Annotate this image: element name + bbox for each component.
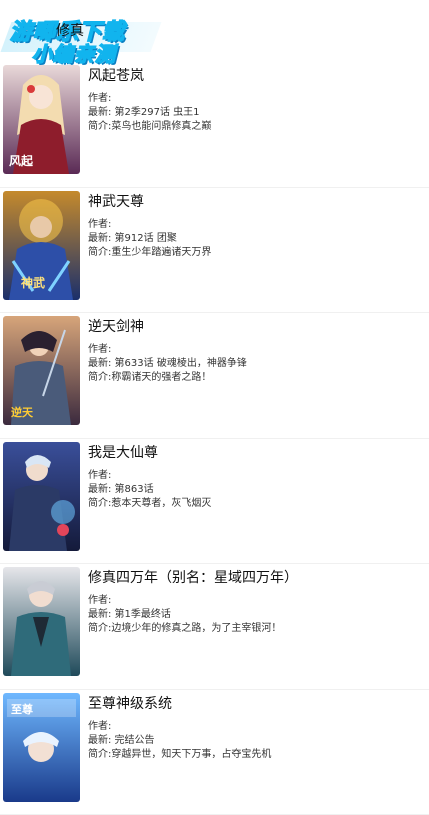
page-title: 修真 (56, 20, 84, 40)
svg-text:风起: 风起 (9, 153, 34, 168)
svg-text:神武: 神武 (21, 275, 45, 290)
comic-item[interactable]: 风起 风起苍岚 作者: 最新: 第2季297话 虫王1 简介:菜鸟也能问鼎修真之… (0, 62, 429, 188)
comic-latest-chapter: 最新: 第633话 破魂棱出，神器争锋 (88, 357, 423, 371)
comic-title[interactable]: 我是大仙尊 (88, 443, 423, 463)
comic-item[interactable]: 神武 神武天尊 作者: 最新: 第912话 团聚 简介:重生少年踏遍诸天万界 (0, 188, 429, 314)
comic-item[interactable]: 至尊 至尊神级系统 作者: 最新: 完结公告 简介:穿越异世，知天下万事，占夺宝… (0, 690, 429, 815)
comic-latest-chapter: 最新: 第2季297话 虫王1 (88, 106, 423, 120)
comic-title[interactable]: 修真四万年（别名：星域四万年） (88, 568, 423, 588)
header: 游唧乐下载 小编亲测 修真 (0, 0, 429, 62)
comic-intro: 简介:边境少年的修真之路，为了主宰银河！ (88, 622, 423, 636)
comic-author: 作者: (88, 469, 423, 483)
comic-item[interactable]: 修真四万年（别名：星域四万年） 作者: 最新: 第1季最终话 简介:边境少年的修… (0, 564, 429, 690)
comic-author: 作者: (88, 92, 423, 106)
comic-title[interactable]: 神武天尊 (88, 192, 423, 212)
svg-text:逆天: 逆天 (11, 405, 34, 419)
comic-latest-chapter: 最新: 完结公告 (88, 734, 423, 748)
comic-intro: 简介:惹本天尊者，灰飞烟灭 (88, 497, 423, 511)
comic-intro: 简介:称霸诸天的强者之路！ (88, 371, 423, 385)
comic-latest-chapter: 最新: 第863话 (88, 483, 423, 497)
comic-latest-chapter: 最新: 第912话 团聚 (88, 232, 423, 246)
comic-cover-image[interactable]: 逆天 (3, 316, 80, 425)
comic-list: 风起 风起苍岚 作者: 最新: 第2季297话 虫王1 简介:菜鸟也能问鼎修真之… (0, 62, 429, 815)
comic-title[interactable]: 逆天剑神 (88, 317, 423, 337)
comic-title[interactable]: 至尊神级系统 (88, 694, 423, 714)
comic-intro: 简介:重生少年踏遍诸天万界 (88, 246, 423, 260)
comic-author: 作者: (88, 343, 423, 357)
comic-cover-image[interactable] (3, 567, 80, 676)
comic-cover-image[interactable]: 神武 (3, 191, 80, 300)
comic-item[interactable]: 逆天 逆天剑神 作者: 最新: 第633话 破魂棱出，神器争锋 简介:称霸诸天的… (0, 313, 429, 439)
comic-author: 作者: (88, 218, 423, 232)
comic-cover-image[interactable]: 风起 (3, 65, 80, 174)
comic-cover-image[interactable]: 至尊 (3, 693, 80, 802)
comic-intro: 简介:菜鸟也能问鼎修真之巅 (88, 120, 423, 134)
comic-latest-chapter: 最新: 第1季最终话 (88, 608, 423, 622)
comic-author: 作者: (88, 720, 423, 734)
svg-text:至尊: 至尊 (11, 702, 33, 716)
comic-cover-image[interactable] (3, 442, 80, 551)
comic-intro: 简介:穿越异世，知天下万事，占夺宝先机 (88, 748, 423, 762)
comic-author: 作者: (88, 594, 423, 608)
comic-title[interactable]: 风起苍岚 (88, 66, 423, 86)
comic-item[interactable]: 我是大仙尊 作者: 最新: 第863话 简介:惹本天尊者，灰飞烟灭 (0, 439, 429, 565)
